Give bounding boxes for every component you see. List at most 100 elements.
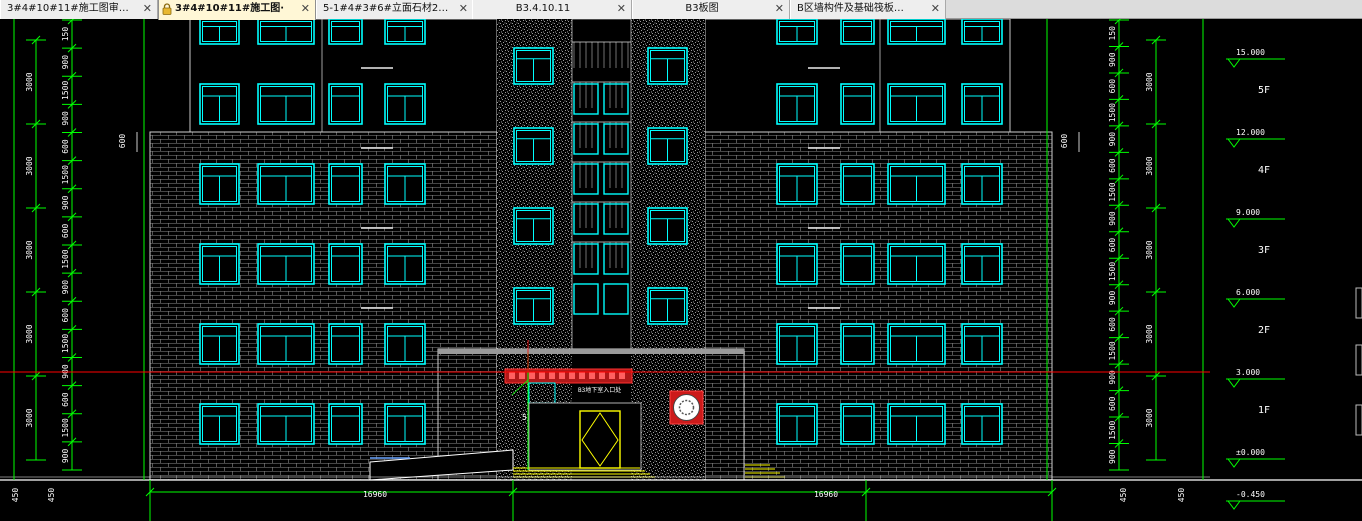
level-elevation: -0.450: [1236, 490, 1265, 499]
grip-handle: [1355, 287, 1362, 319]
dimension-text: 16960: [814, 490, 838, 499]
window: [328, 243, 363, 285]
dimension-text: 900: [1108, 211, 1117, 226]
tab-label: 3#4#10#11#施工图·: [175, 3, 285, 14]
window: [647, 127, 688, 165]
tab-6[interactable]: B区墙构件及基础筏板… ✕: [790, 0, 946, 19]
window: [513, 127, 554, 165]
dimension-text: 600: [1108, 396, 1117, 411]
dimension-text: 1500: [61, 334, 70, 353]
close-icon[interactable]: ✕: [931, 0, 940, 18]
tab-1[interactable]: 3#4#10#11#施工图审… ✕: [0, 0, 158, 19]
dimension-text: 1500: [1108, 262, 1117, 281]
sign-glyph: [569, 372, 575, 379]
window: [199, 163, 240, 205]
dimension-text: 600: [61, 308, 70, 323]
dimension-text: 3000: [1145, 324, 1154, 343]
window: [647, 47, 688, 85]
grip-handle: [1355, 404, 1362, 436]
dimension-text: 16960: [363, 490, 387, 499]
left-dims-outer: 3000 3000 3000 3000 3000: [25, 35, 46, 461]
sign-glyph: [579, 372, 585, 379]
tab-label: B3板图: [685, 3, 719, 14]
level-marker: 6.000 2F: [1226, 288, 1285, 336]
parapet-dim-right: 600: [1060, 132, 1080, 152]
dimension-text: 600: [1108, 79, 1117, 94]
level-marker: 15.000 5F: [1226, 48, 1285, 96]
window: [647, 207, 688, 245]
level-elevation: ±0.000: [1236, 448, 1265, 457]
tab-label: 3#4#10#11#施工图审…: [7, 3, 129, 14]
floor-label: 4F: [1258, 165, 1270, 176]
level-marker: -0.450: [1226, 490, 1285, 510]
window: [328, 403, 363, 445]
window: [961, 19, 1003, 45]
sign-glyph: [619, 372, 625, 379]
dimension-text: 150: [1108, 26, 1117, 41]
window: [199, 19, 240, 45]
close-icon[interactable]: ✕: [143, 0, 152, 18]
emblem-seal: [673, 394, 700, 421]
window: [887, 403, 946, 445]
dimension-text: 3000: [1145, 72, 1154, 91]
dimension-text: 900: [1108, 291, 1117, 306]
window: [776, 403, 818, 445]
window: [776, 243, 818, 285]
window: [840, 83, 875, 125]
sign-glyph: [589, 372, 595, 379]
window: [887, 83, 946, 125]
window: [887, 163, 946, 205]
dimension-text: 900: [1108, 52, 1117, 67]
dimension-text: 600: [61, 139, 70, 154]
tab-3[interactable]: 5-1#4#3#6#立面石材2… ✕: [316, 0, 474, 19]
window: [961, 323, 1003, 365]
window: [840, 163, 875, 205]
close-icon[interactable]: ✕: [617, 0, 626, 18]
tab-4[interactable]: B3.4.10.11 ✕: [472, 0, 632, 19]
level-marker: 12.000 4F: [1226, 128, 1285, 176]
dimension-text: 3000: [25, 72, 34, 91]
window: [776, 83, 818, 125]
window: [887, 19, 946, 45]
grip-handle: [1355, 344, 1362, 376]
dimension-text: 3000: [1145, 156, 1154, 175]
window: [199, 83, 240, 125]
floor-label: 3F: [1258, 245, 1270, 256]
dimension-text: 1500: [1108, 341, 1117, 360]
close-icon[interactable]: ✕: [775, 0, 784, 18]
window: [328, 163, 363, 205]
cad-drawing-canvas[interactable]: B3地下室入口处 5 3000 3000 3000 3000 3000 150 900 1500 9…: [0, 19, 1362, 521]
sign-glyph: [509, 372, 515, 379]
window: [199, 403, 240, 445]
left-dims-inner: 150 900 1500 900 600 1500 900 600 1500 900 600 1500…: [61, 19, 82, 471]
close-icon[interactable]: ✕: [301, 0, 310, 18]
dimension-text: 600: [1060, 134, 1069, 149]
window: [513, 47, 554, 85]
dimension-text: 900: [61, 111, 70, 126]
dimension-text: 3000: [25, 408, 34, 427]
tab-2[interactable]: 3#4#10#11#施工图· ✕: [158, 0, 316, 20]
dimension-text: 900: [61, 280, 70, 295]
window: [776, 19, 818, 45]
floor-label: 2F: [1258, 325, 1270, 336]
level-elevation: 9.000: [1236, 208, 1260, 217]
sign-glyph: [599, 372, 605, 379]
tab-5[interactable]: B3板图 ✕: [632, 0, 790, 19]
window: [328, 323, 363, 365]
window: [647, 287, 688, 325]
level-elevation: 12.000: [1236, 128, 1265, 137]
window: [257, 403, 315, 445]
parapet-dim-left: 600: [118, 132, 138, 152]
dimension-text: 900: [1108, 132, 1117, 147]
dimension-text: 1500: [1108, 103, 1117, 122]
document-tab-bar: 3#4#10#11#施工图审… ✕ 3#4#10#11#施工图· ✕ 5-1#4#3#6…: [0, 0, 1362, 20]
right-dims-outer: 3000 3000 3000 3000 3000: [1145, 35, 1166, 461]
dimension-text: 1500: [61, 418, 70, 437]
window: [384, 83, 426, 125]
sign-glyph: [529, 372, 535, 379]
close-icon[interactable]: ✕: [459, 0, 468, 18]
dimension-text: 900: [61, 364, 70, 379]
dimension-text: 1500: [1108, 420, 1117, 439]
dimension-text: 1500: [61, 165, 70, 184]
dimension-text: 3000: [1145, 408, 1154, 427]
